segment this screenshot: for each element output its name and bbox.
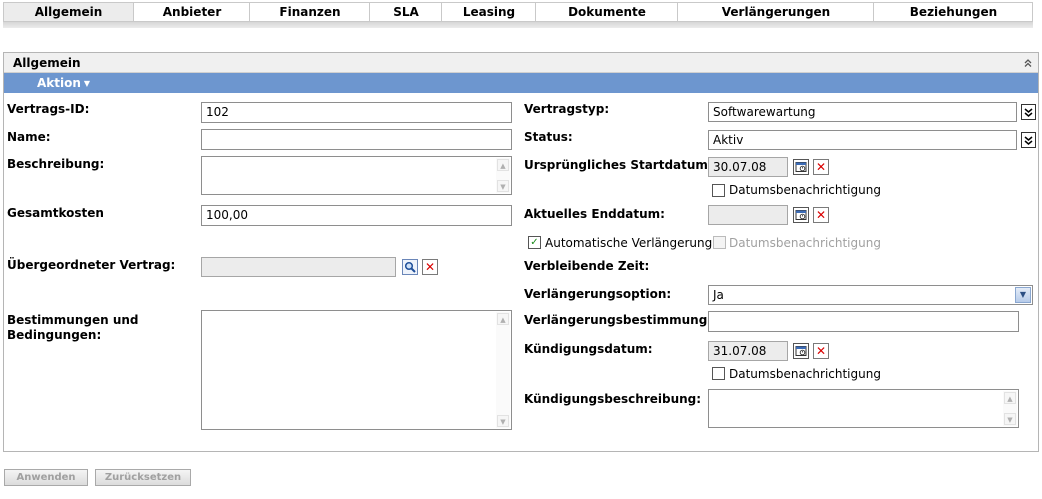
clear-icon: ✕ bbox=[815, 344, 827, 358]
end-date-notify-label: Datumsbenachrichtigung bbox=[729, 236, 881, 250]
search-contract-button[interactable] bbox=[402, 259, 418, 275]
end-date-notify-checkbox bbox=[713, 236, 726, 249]
status-dropdown-button[interactable] bbox=[1021, 132, 1036, 148]
current-end-date-label: Aktuelles Enddatum: bbox=[524, 207, 665, 221]
terms-scrollbar[interactable]: ▲ ▼ bbox=[496, 312, 510, 428]
parent-contract-input bbox=[201, 257, 396, 277]
status-label: Status: bbox=[524, 130, 573, 144]
status-value: Aktiv bbox=[713, 133, 744, 147]
double-chevron-up-icon bbox=[1024, 59, 1032, 67]
description-textarea[interactable]: ▲ ▼ bbox=[201, 156, 512, 195]
checkmark-icon: ✓ bbox=[530, 236, 539, 248]
clear-orig-start-button[interactable]: ✕ bbox=[813, 159, 829, 175]
reset-button[interactable]: Zurücksetzen bbox=[95, 469, 191, 486]
cancel-desc-textarea[interactable]: ▲ ▼ bbox=[708, 389, 1019, 428]
clear-icon: ✕ bbox=[424, 260, 436, 274]
cancel-date-calendar-button[interactable] bbox=[793, 343, 809, 359]
cancel-desc-scrollbar[interactable]: ▲ ▼ bbox=[1003, 391, 1017, 426]
tab-beziehungen[interactable]: Beziehungen bbox=[874, 3, 1033, 21]
scroll-up-icon[interactable]: ▲ bbox=[497, 159, 509, 171]
tab-leasing[interactable]: Leasing bbox=[442, 3, 536, 21]
scroll-up-icon[interactable]: ▲ bbox=[497, 313, 509, 325]
contract-type-select[interactable]: Softwarewartung bbox=[708, 102, 1036, 122]
renewal-terms-label: Verlängerungsbestimmung: bbox=[524, 313, 713, 327]
action-bar: Aktion ▼ bbox=[4, 73, 1038, 93]
tab-bar-underline bbox=[3, 22, 1033, 28]
tab-sla[interactable]: SLA bbox=[370, 3, 442, 21]
calendar-icon bbox=[795, 210, 807, 220]
orig-start-date-input[interactable]: 30.07.08 bbox=[708, 157, 788, 177]
terms-textarea[interactable]: ▲ ▼ bbox=[201, 310, 512, 430]
auto-renew-label: Automatische Verlängerung bbox=[545, 236, 713, 250]
renewal-option-label: Verlängerungsoption: bbox=[524, 287, 672, 301]
cancel-desc-label: Kündigungsbeschreibung: bbox=[524, 392, 702, 406]
status-select[interactable]: Aktiv bbox=[708, 130, 1036, 150]
total-cost-input[interactable]: 100,00 bbox=[201, 205, 512, 226]
contract-type-value: Softwarewartung bbox=[713, 105, 816, 119]
tab-anbieter[interactable]: Anbieter bbox=[134, 3, 250, 21]
tab-verlaengerungen[interactable]: Verlängerungen bbox=[678, 3, 874, 21]
double-chevron-down-icon bbox=[1024, 135, 1033, 145]
clear-icon: ✕ bbox=[815, 208, 827, 222]
parent-contract-label: Übergeordneter Vertrag: bbox=[7, 258, 176, 272]
terms-label: Bestimmungen und Bedingungen: bbox=[7, 313, 139, 342]
contract-id-label: Vertrags-ID: bbox=[7, 102, 90, 116]
description-scrollbar[interactable]: ▲ ▼ bbox=[496, 158, 510, 193]
panel-title: Allgemein bbox=[13, 55, 81, 70]
current-end-calendar-button[interactable] bbox=[793, 207, 809, 223]
current-end-date-input[interactable] bbox=[708, 205, 788, 225]
action-menu[interactable]: Aktion ▼ bbox=[37, 76, 90, 90]
clear-icon: ✕ bbox=[815, 160, 827, 174]
cancel-date-label: Kündigungsdatum: bbox=[524, 342, 653, 356]
clear-cancel-date-button[interactable]: ✕ bbox=[813, 343, 829, 359]
total-cost-label: Gesamtkosten bbox=[7, 206, 104, 220]
orig-start-notify-checkbox[interactable] bbox=[712, 184, 725, 197]
collapse-icon[interactable] bbox=[1022, 57, 1034, 69]
contract-id-input[interactable]: 102 bbox=[201, 102, 512, 123]
tab-finanzen[interactable]: Finanzen bbox=[250, 3, 370, 21]
tab-bar: Allgemein Anbieter Finanzen SLA Leasing … bbox=[3, 2, 1033, 22]
renewal-option-value: Ja bbox=[713, 288, 724, 302]
name-label: Name: bbox=[7, 130, 51, 144]
scroll-down-icon[interactable]: ▼ bbox=[497, 415, 509, 427]
clear-parent-contract-button[interactable]: ✕ bbox=[422, 259, 438, 275]
scroll-down-icon[interactable]: ▼ bbox=[497, 180, 509, 192]
renewal-option-select[interactable]: Ja ▼ bbox=[708, 285, 1033, 305]
description-label: Beschreibung: bbox=[7, 157, 105, 171]
magnifier-icon bbox=[404, 261, 416, 273]
chevron-down-icon: ▼ bbox=[1019, 290, 1027, 299]
apply-button[interactable]: Anwenden bbox=[4, 469, 88, 486]
renewal-option-dropdown-button[interactable]: ▼ bbox=[1015, 287, 1031, 303]
name-input[interactable] bbox=[201, 129, 512, 150]
panel-header: Allgemein bbox=[4, 53, 1038, 73]
auto-renew-checkbox[interactable]: ✓ bbox=[528, 236, 541, 249]
action-menu-label: Aktion bbox=[37, 76, 81, 90]
scroll-up-icon[interactable]: ▲ bbox=[1004, 392, 1016, 404]
tab-allgemein[interactable]: Allgemein bbox=[3, 3, 134, 21]
renewal-terms-input[interactable] bbox=[708, 311, 1019, 332]
cancel-date-notify-checkbox[interactable] bbox=[712, 367, 725, 380]
contract-type-dropdown-button[interactable] bbox=[1021, 104, 1036, 120]
orig-start-notify-label: Datumsbenachrichtigung bbox=[729, 183, 881, 197]
caret-down-icon: ▼ bbox=[83, 78, 91, 88]
calendar-icon bbox=[795, 346, 807, 356]
calendar-icon bbox=[795, 162, 807, 172]
orig-start-date-label: Ursprüngliches Startdatum: bbox=[524, 158, 713, 172]
double-chevron-down-icon bbox=[1024, 107, 1033, 117]
cancel-date-notify-label: Datumsbenachrichtigung bbox=[729, 367, 881, 381]
scroll-down-icon[interactable]: ▼ bbox=[1004, 413, 1016, 425]
clear-current-end-button[interactable]: ✕ bbox=[813, 207, 829, 223]
remaining-time-label: Verbleibende Zeit: bbox=[524, 259, 650, 273]
tab-dokumente[interactable]: Dokumente bbox=[536, 3, 678, 21]
cancel-date-input[interactable]: 31.07.08 bbox=[708, 341, 788, 361]
contract-type-label: Vertragstyp: bbox=[524, 102, 610, 116]
orig-start-calendar-button[interactable] bbox=[793, 159, 809, 175]
